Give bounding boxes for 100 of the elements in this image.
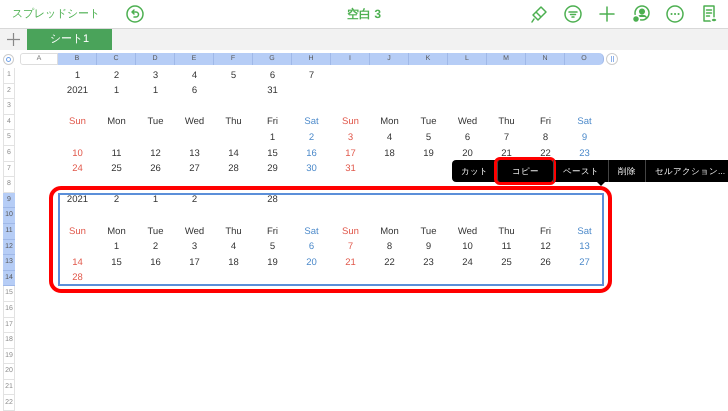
table-cell-text: 10 (71, 146, 84, 161)
table-cell-text: 1 (74, 68, 82, 83)
table-cell-text: 24 (461, 256, 474, 270)
table-cell-text: 7 (346, 240, 354, 254)
table-cell-text: 3 (190, 240, 198, 254)
table-cell-text: 1 (268, 131, 276, 146)
table-cell-text: 11 (500, 240, 512, 254)
table-cell-text: 25 (110, 162, 123, 176)
table-cell-text: 1 (152, 193, 160, 208)
table-cell-text: Sun (341, 115, 360, 130)
select-all-handle[interactable] (3, 54, 14, 65)
table-cell-text: 3 (152, 68, 160, 83)
table-cell-text: 31 (344, 162, 357, 176)
table-cell-text: 18 (227, 256, 240, 270)
menu-item[interactable]: セルアクション... (645, 160, 728, 182)
table-cell-text: 1 (112, 84, 120, 98)
table-cell-text: 5 (230, 68, 238, 83)
table-cell-text: Wed (456, 224, 478, 239)
table-cell-text: 16 (305, 146, 318, 161)
table-cell-text: 12 (149, 146, 162, 161)
table-cell-text: 13 (578, 240, 591, 254)
table-cell-text: Sat (303, 115, 320, 130)
table-cell-text: 8 (542, 131, 550, 146)
table-cell-text: Tue (146, 224, 165, 239)
table-cell-text: 1 (152, 84, 160, 98)
table-cell-text: Wed (456, 115, 478, 130)
undo-icon[interactable] (124, 3, 146, 25)
table-cell-text: 17 (344, 146, 357, 161)
table-cell-text: Sun (341, 224, 360, 239)
table-cell-text: Sat (576, 115, 593, 130)
table-cell-text: 14 (227, 146, 240, 161)
table-cell-text: Mon (379, 224, 400, 239)
table-cell-text: 10 (461, 240, 474, 254)
table-cell-text: 2 (112, 68, 120, 83)
table-cell-text: 14 (71, 256, 84, 270)
table-cell-text: 6 (268, 68, 276, 83)
table-cell-text: Mon (106, 224, 127, 239)
table-cell-text: 9 (580, 131, 588, 146)
table-cell-text: 2021 (66, 84, 90, 98)
table-cell-text: Wed (184, 224, 206, 239)
sheet-tab[interactable]: シート1 (27, 29, 112, 50)
table-cell-text: 22 (539, 146, 552, 161)
back-link[interactable]: スプレッドシート (12, 6, 100, 22)
table-cell-text: 25 (500, 256, 513, 270)
table-cell-text: 26 (539, 256, 552, 270)
table-cell-text: Mon (379, 115, 400, 130)
table-cell-text: 5 (424, 131, 432, 146)
table-cell-text: 13 (188, 146, 201, 161)
table-cell-text: 11 (110, 146, 122, 161)
table-cell-text: Fri (266, 224, 280, 239)
table-cell-text: 1 (112, 240, 120, 254)
table-cell-text: 4 (386, 131, 394, 146)
table-cell-text: 12 (539, 240, 552, 254)
add-person-icon[interactable] (630, 3, 652, 25)
table-cell-text: 3 (346, 131, 354, 146)
table-cell-text: 16 (149, 256, 162, 270)
filter-icon[interactable] (562, 3, 584, 25)
document-title: 空白 3 (346, 6, 381, 23)
table-cell-text: 2 (190, 193, 198, 208)
more-icon[interactable] (664, 3, 686, 25)
table-cell-text: Thu (497, 115, 516, 130)
table-cell-text: Sat (303, 224, 320, 239)
table-cell-text: 2 (112, 193, 120, 208)
table-cell-text: 28 (266, 193, 279, 208)
table-cell-text: 24 (71, 162, 84, 176)
table-cell-text: Thu (224, 224, 243, 239)
table-cell-text: 6 (464, 131, 472, 146)
table-cell-text: 31 (266, 84, 279, 98)
table-cell-text: Tue (419, 224, 438, 239)
table-cell-text: Thu (224, 115, 243, 130)
table-cell-text: 2021 (66, 193, 90, 208)
table-cell-text: Fri (538, 224, 552, 239)
table-cell-text: 22 (383, 256, 396, 270)
table-cell-text: 27 (578, 256, 591, 270)
table-cell-text: 7 (308, 68, 316, 83)
menu-item[interactable]: 削除 (608, 160, 645, 182)
table-cell-text: 28 (227, 162, 240, 176)
table-cell-text: 5 (268, 240, 276, 254)
table-cell-text: 20 (461, 146, 474, 161)
table-cell-text: 23 (578, 146, 591, 161)
table-cell-text: Mon (106, 115, 127, 130)
table-cell-text: Fri (266, 115, 280, 130)
table-cell-text: 23 (422, 256, 435, 270)
table-cell-text: Tue (419, 115, 438, 130)
table-cell-text: 4 (190, 68, 198, 83)
plus-icon (7, 33, 20, 46)
column-resize-handle[interactable] (606, 53, 618, 65)
table-cell-text: 30 (305, 162, 318, 176)
table-cell-text: 15 (110, 256, 123, 270)
table-cell-text: 6 (190, 84, 198, 98)
table-cell-text: 27 (188, 162, 201, 176)
menu-item[interactable]: コピー (497, 160, 553, 182)
table-cell-text: Thu (497, 224, 516, 239)
table-cell-text: 9 (424, 240, 432, 254)
menu-item[interactable]: カット (452, 160, 497, 182)
table-cell-text: 26 (149, 162, 162, 176)
table-cell-text: 6 (308, 240, 316, 254)
table-cell-text: 17 (188, 256, 201, 270)
table-cell-text: Sun (68, 224, 87, 239)
table-cell-text: 2 (308, 131, 316, 146)
